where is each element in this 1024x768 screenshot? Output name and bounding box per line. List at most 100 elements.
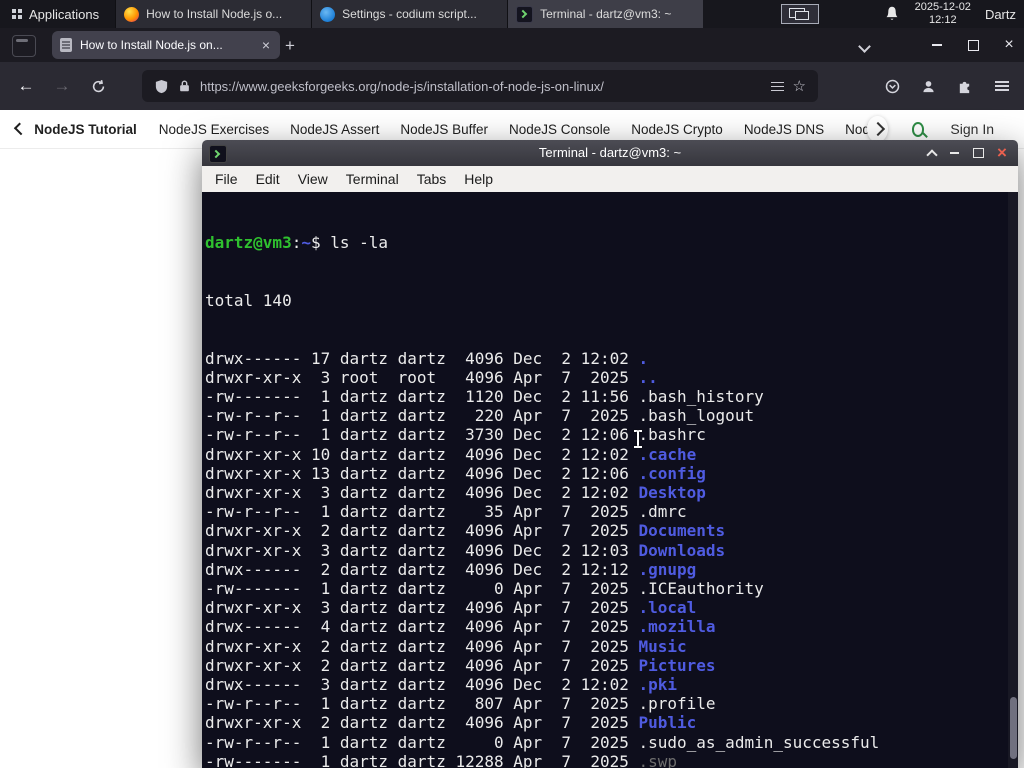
file-name: Documents [638,521,726,541]
file-name: .mozilla [638,617,716,637]
file-name: .bash_history [638,387,764,407]
menu-item-tabs[interactable]: Tabs [408,171,456,187]
reader-mode-icon[interactable] [770,81,784,92]
extensions-icon[interactable] [950,72,978,100]
taskbar-button-firefox[interactable]: How to Install Node.js o... [115,0,312,28]
maximize-icon [967,39,979,51]
terminal-line: -rw------- 1 dartz dartz 1120 Dec 2 11:5… [205,387,764,407]
prompt-cwd: ~ [301,233,311,253]
terminal-line: drwxr-xr-x 3 dartz dartz 4096 Dec 2 12:0… [205,483,706,503]
terminal-line: drwxr-xr-x 3 root root 4096 Apr 7 2025 .… [205,367,658,387]
menu-item-help[interactable]: Help [455,171,502,187]
panel-tray: 2025-12-02 12:12 Dartz [780,0,1024,28]
tab-favicon-icon [60,38,72,52]
menu-item-terminal[interactable]: Terminal [337,171,408,187]
prompt-user-host: dartz@vm3 [205,233,292,253]
applications-menu-button[interactable]: Applications [0,0,111,28]
terminal-line: drwxr-xr-x 3 dartz dartz 4096 Dec 2 12:0… [205,540,726,560]
terminal-line: -rw------- 1 dartz dartz 12288 Apr 7 202… [205,752,1018,768]
nav-item[interactable]: NodeJS Exercises [159,122,269,137]
nav-item[interactable]: NodeJS Buffer [400,122,488,137]
nav-item-tutorial[interactable]: NodeJS Tutorial [34,122,137,137]
firefox-view-button[interactable] [12,35,36,57]
site-search-icon[interactable] [911,121,925,137]
panel-time: 12:12 [929,14,957,26]
browser-nav-toolbar: ← → https://www.geeksforgeeks.org/node-j… [0,62,1024,110]
hamburger-icon [995,81,1009,91]
url-text[interactable]: https://www.geeksforgeeks.org/node-js/in… [200,79,762,94]
browser-minimize-button[interactable] [920,28,954,62]
chevron-right-icon [870,121,885,137]
terminal-line: drwx------ 2 dartz dartz 4096 Dec 2 12:1… [205,559,697,579]
forward-button[interactable]: → [48,72,76,100]
file-name: .swp [638,751,678,768]
panel-clock[interactable]: 2025-12-02 12:12 [915,1,971,27]
menu-button[interactable] [988,72,1016,100]
url-bar[interactable]: https://www.geeksforgeeks.org/node-js/in… [142,70,818,102]
terminal-close-button[interactable]: × [990,140,1014,166]
chevron-down-icon [857,39,871,53]
bookmark-star-button[interactable]: ☆ [793,77,806,95]
file-name: .bash_logout [638,406,755,426]
nav-scroll-right-button[interactable] [867,116,888,142]
taskbar-button-terminal[interactable]: Terminal - dartz@vm3: ~ [507,0,704,28]
menu-item-edit[interactable]: Edit [247,171,289,187]
terminal-line: -rw-r--r-- 1 dartz dartz 0 Apr 7 2025 .s… [205,732,880,752]
menu-item-file[interactable]: File [206,171,247,187]
terminal-line: -rw------- 1 dartz dartz 0 Apr 7 2025 .I… [205,579,764,599]
reload-button[interactable] [84,72,112,100]
terminal-line: drwxr-xr-x 13 dartz dartz 4096 Dec 2 12:… [205,463,706,483]
shield-icon[interactable] [154,79,169,94]
list-all-tabs-button[interactable] [852,36,876,56]
nav-item[interactable]: NodeJS Crypto [631,122,723,137]
taskbar-label: How to Install Node.js o... [146,7,283,21]
file-name: . [638,348,649,368]
file-name: .gnupg [638,559,697,579]
terminal-line: drwxr-xr-x 2 dartz dartz 4096 Apr 7 2025… [205,655,716,675]
terminal-line: drwxr-xr-x 3 dartz dartz 4096 Apr 7 2025… [205,598,697,618]
menu-item-view[interactable]: View [289,171,337,187]
scrollbar-thumb[interactable] [1010,697,1017,759]
top-panel: Applications How to Install Node.js o...… [0,0,1024,28]
taskbar-button-codium-settings[interactable]: Settings - codium script... [311,0,508,28]
browser-close-button[interactable]: × [992,28,1024,62]
new-tab-button[interactable]: + [278,34,302,58]
file-name: Downloads [638,540,726,560]
tab-close-button[interactable]: × [260,38,272,52]
terminal-line: drwx------ 4 dartz dartz 4096 Apr 7 2025… [205,617,716,637]
terminal-maximize-button[interactable] [966,140,990,166]
file-name: .pki [638,675,678,695]
window-taskbar: How to Install Node.js o... Settings - c… [115,0,704,28]
browser-tab-bar: How to Install Node.js on... × + × [0,28,1024,62]
file-name: .dmrc [638,502,687,522]
minimize-icon [932,44,942,46]
sign-in-button[interactable]: Sign In [950,121,994,137]
taskbar-label: Terminal - dartz@vm3: ~ [540,7,672,21]
browser-tab[interactable]: How to Install Node.js on... × [52,31,280,59]
file-name: .cache [638,444,697,464]
lock-icon[interactable] [178,79,191,93]
nav-item[interactable]: NodeJS Assert [290,122,379,137]
prompt-symbol: $ [310,233,331,253]
browser-maximize-button[interactable] [956,28,990,62]
terminal-menubar: File Edit View Terminal Tabs Help [202,166,1018,192]
terminal-scrollbar[interactable] [1008,192,1018,768]
file-name: Public [638,713,697,733]
nav-item[interactable]: NodeJS Console [509,122,610,137]
pocket-button[interactable] [878,72,906,100]
workspace-indicator-icon[interactable] [780,4,819,24]
nav-item[interactable]: NodeJS DNS [744,122,824,137]
nav-back-chevron-icon[interactable] [13,122,27,136]
terminal-titlebar[interactable]: Terminal - dartz@vm3: ~ × [202,140,1018,166]
codium-icon [320,6,336,22]
back-button[interactable]: ← [12,72,40,100]
file-name: .. [638,367,658,387]
panel-user[interactable]: Dartz [985,7,1016,22]
terminal-minimize-button[interactable] [942,140,966,166]
terminal-body[interactable]: dartz@vm3:~$ ls -la total 140 drwx------… [202,192,1018,768]
terminal-shade-button[interactable] [920,140,944,166]
terminal-line: drwxr-xr-x 2 dartz dartz 4096 Apr 7 2025… [205,521,726,541]
terminal-window: Terminal - dartz@vm3: ~ × File Edit View… [202,140,1018,768]
notification-bell-icon[interactable] [883,5,901,23]
account-button[interactable] [914,72,942,100]
